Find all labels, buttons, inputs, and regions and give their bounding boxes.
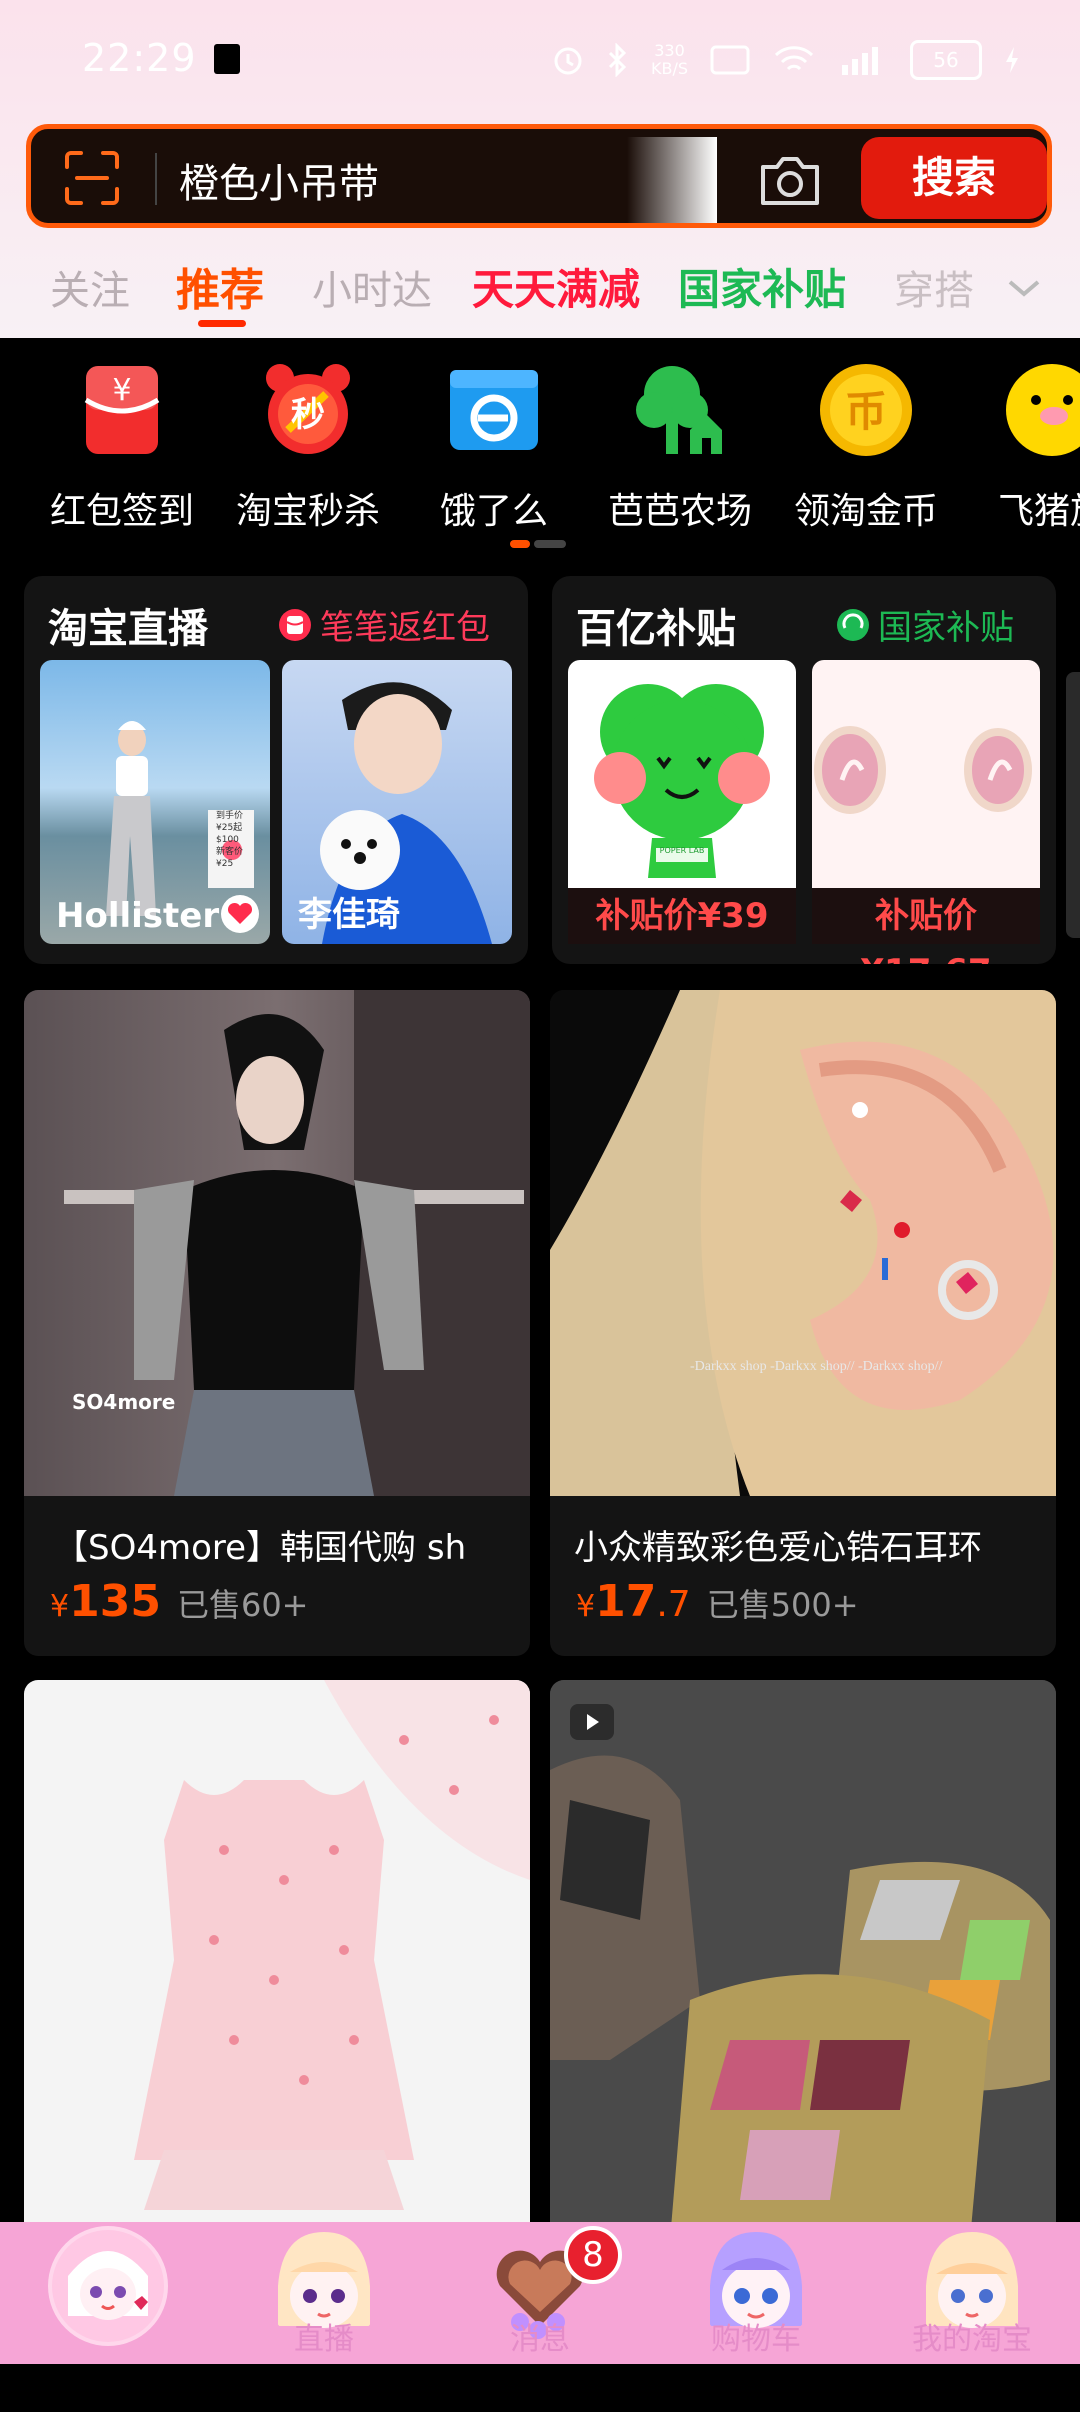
signal-icon: [842, 47, 878, 75]
home-avatar-icon: [48, 2226, 168, 2346]
bottom-nav: 直播 消息 购物车 我的淘宝: [0, 2222, 1080, 2364]
live-thumb-price-tag: 到手价 ¥25起 $100 新客价 ¥25: [216, 811, 244, 869]
product-sold-count: 已售60+: [176, 1586, 309, 1624]
product-card[interactable]: [550, 1680, 1056, 2240]
subsidy-price: 补贴价¥39: [568, 888, 796, 944]
status-icons: 330 KB/S 56: [551, 40, 1020, 80]
product-card[interactable]: [24, 1680, 530, 2240]
red-packet-icon: ¥: [72, 360, 172, 460]
fliggy-pig-icon: [1002, 360, 1080, 460]
shortcut-page-indicator: [510, 540, 566, 548]
product-image: -Darkxx shop -Darkxx shop// -Darkxx shop…: [550, 990, 1056, 1496]
shortcut-baba-farm[interactable]: 芭芭农场: [590, 360, 770, 534]
nav-my-taobao[interactable]: 我的淘宝: [864, 2222, 1080, 2364]
tab-daily-discount[interactable]: 天天满减: [472, 256, 640, 317]
svg-text:¥: ¥: [112, 373, 131, 408]
product-watermark: -Darkxx shop -Darkxx shop// -Darkxx shop…: [690, 1359, 943, 1374]
shortcut-gold-coin[interactable]: 币 领淘金币: [776, 360, 956, 534]
shortcut-red-packet[interactable]: ¥ 红包签到: [32, 360, 212, 534]
subsidy-card-promo[interactable]: 国家补贴: [836, 600, 1014, 649]
message-badge: 8: [564, 2226, 622, 2284]
network-speed: 330 KB/S: [650, 41, 688, 78]
live-thumb-lijiaqi[interactable]: 李佳琦: [282, 660, 512, 944]
hd-icon: [710, 45, 750, 75]
eleme-icon: [444, 360, 544, 460]
product-price: ¥17.7: [576, 1576, 691, 1627]
shortcut-eleme[interactable]: 饿了么: [404, 360, 584, 534]
product-sold-count: 已售500+: [706, 1586, 859, 1624]
subsidy-price: 补贴价¥17.67: [812, 888, 1040, 964]
category-tabs: 关注 推荐 小时达 天天满减 国家补贴 穿搭: [0, 258, 1080, 328]
tab-recommend[interactable]: 推荐: [176, 254, 264, 318]
product-image: [550, 1680, 1056, 2240]
camera-icon[interactable]: [757, 151, 823, 209]
subsidy-thumb-earrings[interactable]: [812, 660, 1040, 888]
svg-text:秒: 秒: [291, 395, 325, 435]
live-card[interactable]: 淘宝直播 笔笔返红包 到手价 ¥25起 $100 新客价 ¥25 Hollist…: [24, 576, 528, 964]
chevron-down-icon[interactable]: [1004, 268, 1044, 308]
svg-text:币: 币: [845, 387, 887, 436]
battery-icon: 56: [910, 40, 982, 80]
search-input-fade: [627, 137, 717, 223]
tab-outfit[interactable]: 穿搭: [894, 258, 974, 316]
product-card[interactable]: -Darkxx shop -Darkxx shop// -Darkxx shop…: [550, 990, 1056, 1656]
product-image: SO4more: [24, 990, 530, 1496]
tree-house-icon: [630, 360, 730, 460]
cameo-earrings-image: [814, 726, 1032, 814]
subsidy-card-title: 百亿补贴: [576, 606, 736, 652]
live-heart-icon: [221, 895, 259, 933]
sim-card-icon: [214, 44, 240, 74]
product-price-row: ¥17.7 已售500+: [576, 1576, 859, 1627]
status-bar: 22:29 330 KB/S 56: [0, 0, 1080, 120]
product-title: 【SO4more】韩国代购 sh: [54, 1528, 467, 1568]
nav-home[interactable]: [0, 2222, 216, 2364]
red-packet-small-icon: [279, 608, 311, 641]
shortcut-flash-sale[interactable]: 秒 淘宝秒杀: [218, 360, 398, 534]
search-input[interactable]: 橙色小吊带: [179, 151, 379, 209]
charging-icon: [1006, 47, 1018, 73]
subsidy-card[interactable]: 百亿补贴 国家补贴 POPER LAB 补贴价¥39 补贴价¥17.67: [552, 576, 1056, 964]
shortcut-row: ¥ 红包签到 秒 淘宝秒杀 饿了么 芭芭农场 币 领淘金币 飞猪旅: [0, 340, 1080, 550]
live-card-title: 淘宝直播: [48, 606, 208, 652]
toy-brand-label: POPER LAB: [659, 846, 705, 855]
search-divider: [155, 153, 157, 205]
search-button[interactable]: 搜索: [861, 137, 1047, 219]
tab-hourly-delivery[interactable]: 小时达: [312, 258, 432, 316]
scan-icon[interactable]: [63, 149, 121, 207]
wifi-icon: [774, 46, 814, 71]
live-thumb-label: Hollister: [56, 896, 220, 936]
tab-follow[interactable]: 关注: [50, 258, 130, 316]
search-bar[interactable]: 橙色小吊带 搜索: [26, 124, 1052, 228]
subsidy-small-icon: [837, 608, 869, 641]
nav-cart[interactable]: 购物车: [648, 2222, 864, 2364]
live-card-promo[interactable]: 笔笔返红包: [278, 600, 490, 649]
bluetooth-icon: [608, 43, 627, 77]
video-play-icon: [570, 1704, 614, 1740]
tab-national-subsidy[interactable]: 国家补贴: [678, 256, 846, 317]
gold-coin-icon: 币: [816, 360, 916, 460]
shortcut-fliggy[interactable]: 飞猪旅: [962, 360, 1080, 534]
product-title: 小众精致彩色爱心锆石耳环: [574, 1528, 982, 1568]
product-price-row: ¥135 已售60+: [50, 1576, 309, 1627]
tab-active-indicator: [198, 320, 246, 327]
alarm-clock-icon: 秒: [258, 360, 358, 460]
live-thumb-hollister[interactable]: 到手价 ¥25起 $100 新客价 ¥25 Hollister: [40, 660, 270, 944]
subsidy-thumb-toy[interactable]: POPER LAB: [568, 660, 796, 888]
product-card[interactable]: SO4more 【SO4more】韩国代购 sh ¥135 已售60+: [24, 990, 530, 1656]
next-card-peek: [1066, 672, 1080, 938]
live-thumb-label: 李佳琦: [298, 895, 400, 935]
nav-live[interactable]: 直播: [216, 2222, 432, 2364]
system-nav-area: [0, 2364, 1080, 2412]
product-watermark: SO4more: [72, 1390, 176, 1414]
status-time: 22:29: [82, 36, 197, 80]
product-price: ¥135: [50, 1576, 161, 1627]
product-image: [134, 1680, 530, 2210]
alarm-icon: [554, 47, 582, 75]
